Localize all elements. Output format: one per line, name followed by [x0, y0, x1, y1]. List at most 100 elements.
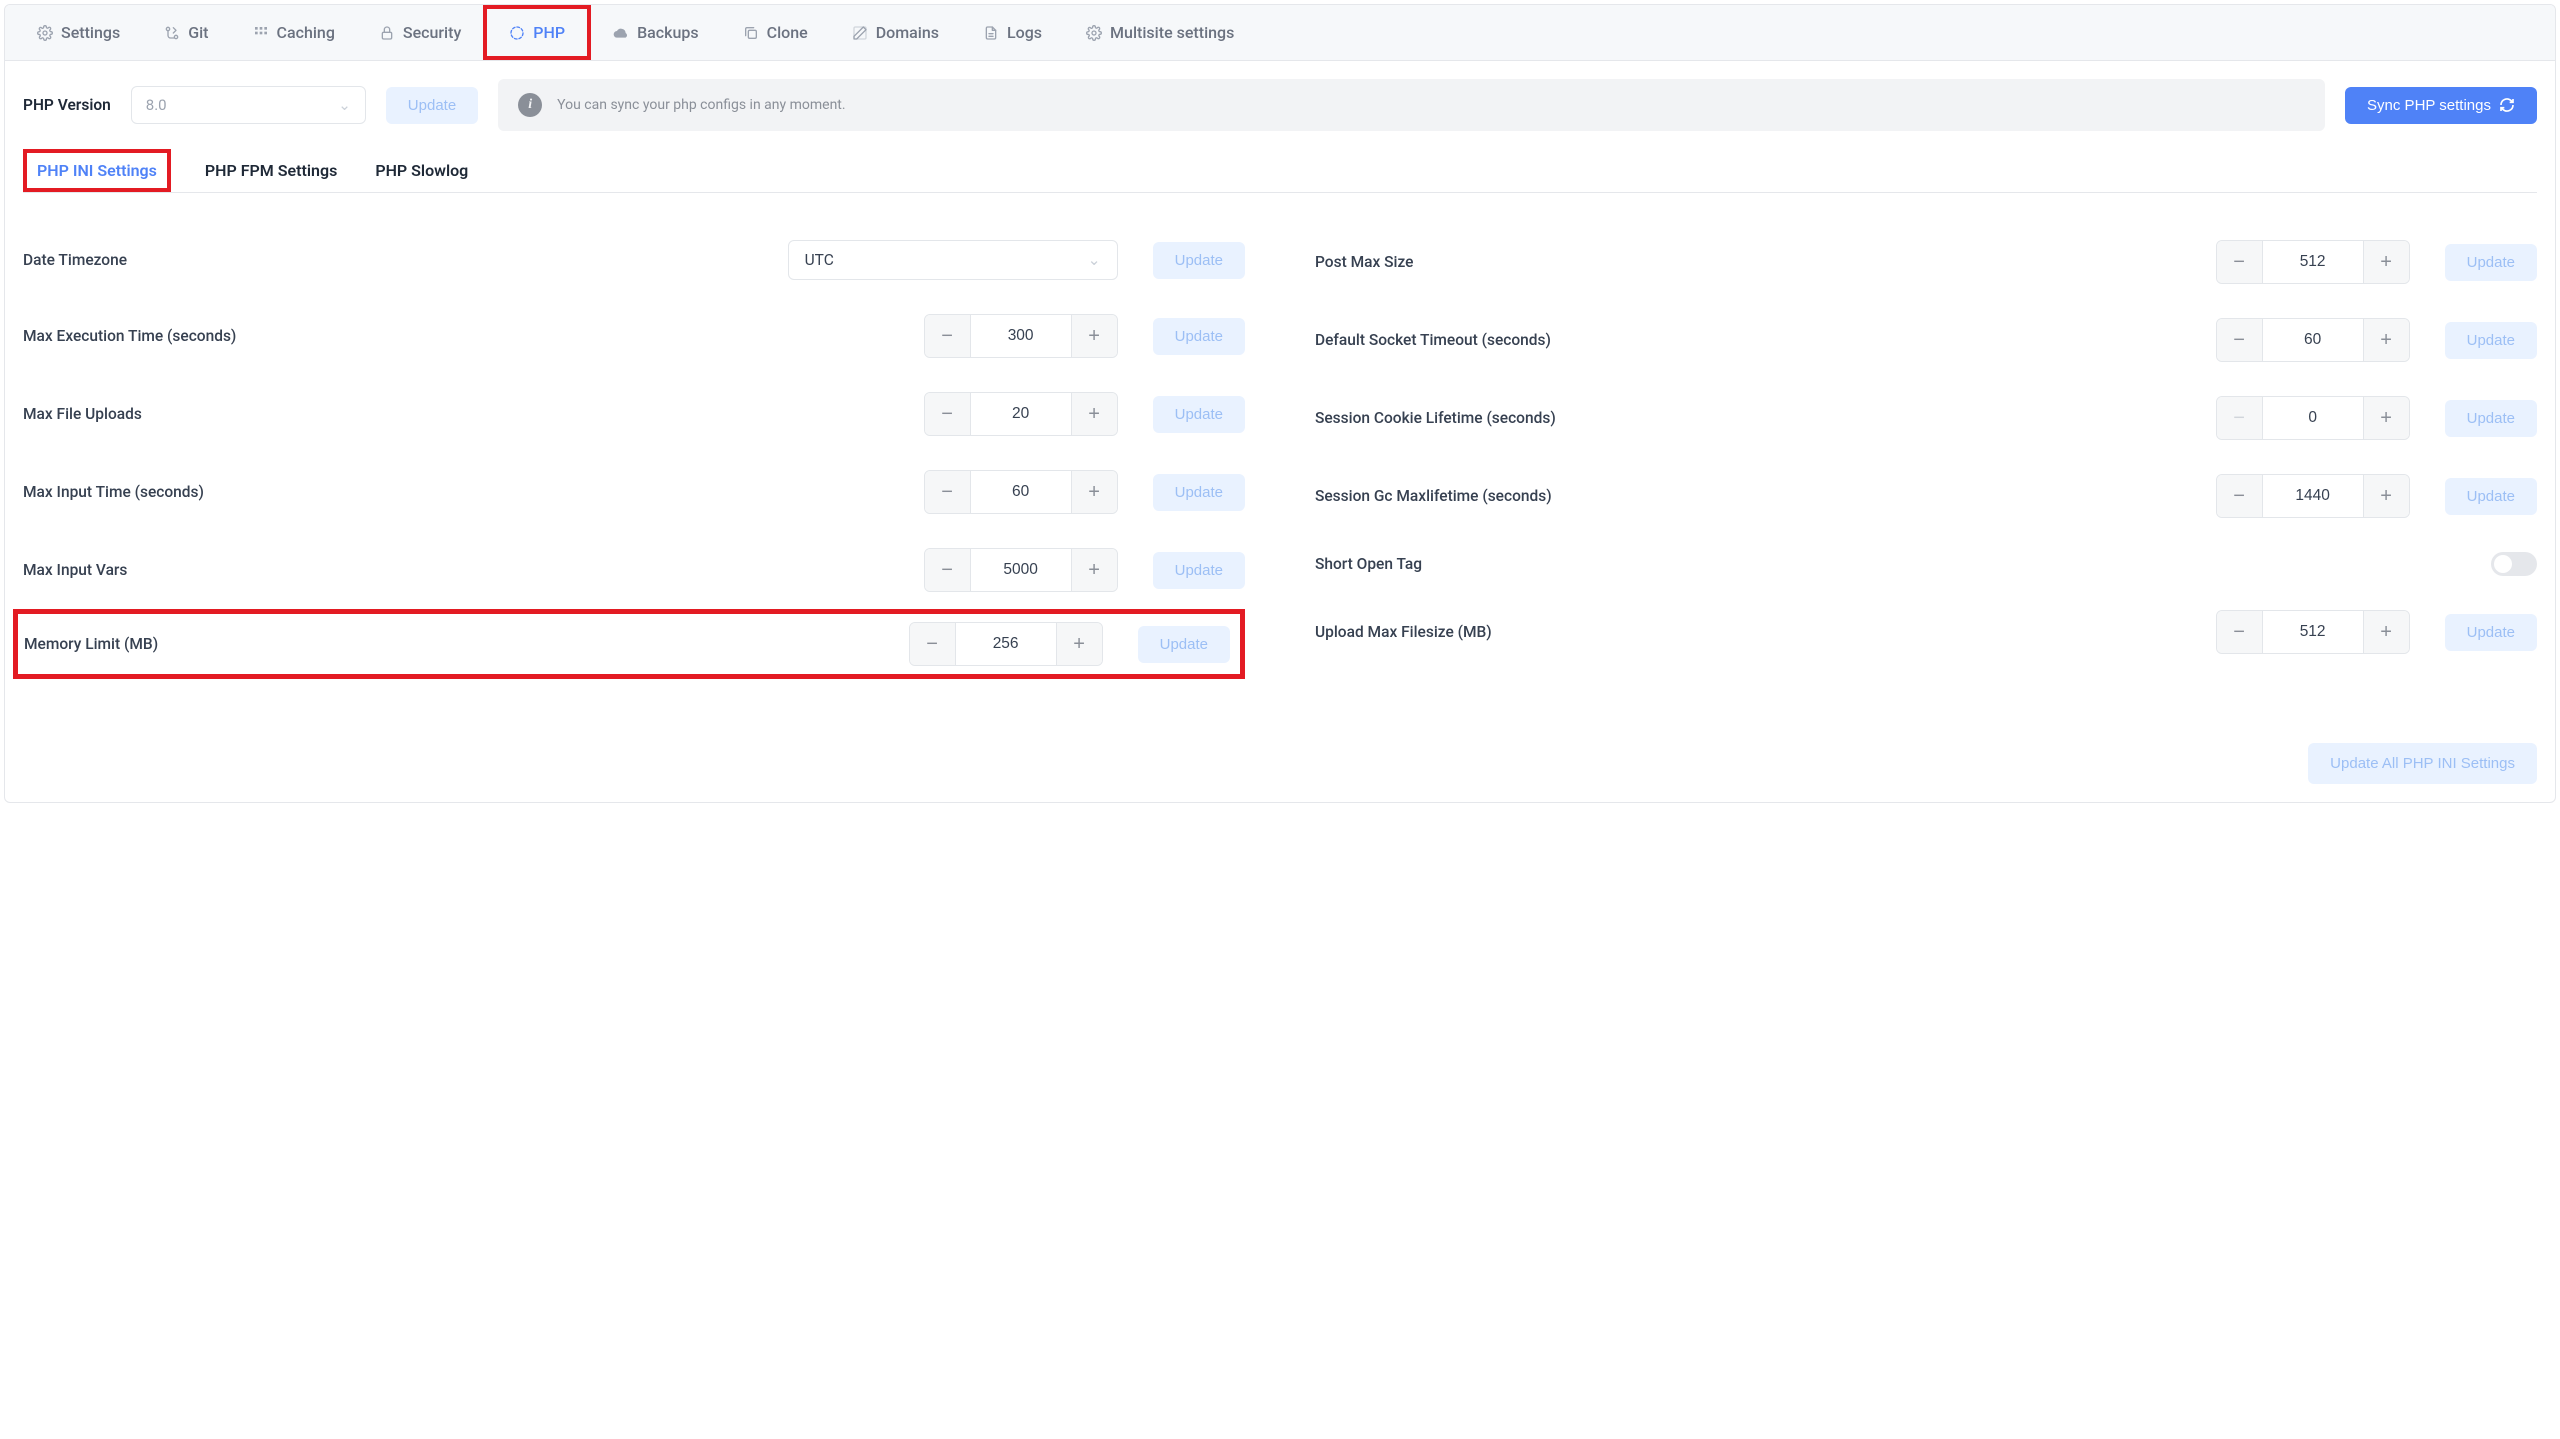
- select[interactable]: UTC⌄: [788, 240, 1118, 280]
- value-input[interactable]: [2263, 611, 2363, 653]
- decrement-button[interactable]: −: [2217, 475, 2263, 517]
- value-input[interactable]: [971, 315, 1071, 357]
- setting-max-input-vars: Max Input Vars − + Update: [23, 531, 1245, 609]
- value-input[interactable]: [971, 549, 1071, 591]
- chevron-down-icon: ⌄: [338, 96, 351, 114]
- value-input[interactable]: [2263, 241, 2363, 283]
- stepper: −+: [2216, 610, 2410, 654]
- value-input[interactable]: [971, 393, 1071, 435]
- stepper: −+: [2216, 396, 2410, 440]
- decrement-button[interactable]: −: [925, 471, 971, 513]
- update-button[interactable]: Update: [1153, 242, 1245, 279]
- setting-post-max-size: Post Max Size−+Update: [1315, 223, 2537, 301]
- value-input[interactable]: [2263, 319, 2363, 361]
- grid-icon: [253, 25, 269, 41]
- update-button[interactable]: Update: [1153, 552, 1245, 589]
- decrement-button[interactable]: −: [2217, 611, 2263, 653]
- tab-multisite-settings[interactable]: Multisite settings: [1064, 5, 1256, 60]
- decrement-button[interactable]: −: [910, 623, 956, 665]
- update-button[interactable]: Update: [2445, 614, 2537, 651]
- tab-php[interactable]: PHP: [483, 5, 591, 60]
- update-button[interactable]: Update: [2445, 478, 2537, 515]
- setting-max-input-time-seconds-: Max Input Time (seconds) − + Update: [23, 453, 1245, 531]
- tab-settings[interactable]: Settings: [15, 5, 142, 60]
- value-input[interactable]: [971, 471, 1071, 513]
- increment-button[interactable]: +: [1071, 471, 1117, 513]
- tab-clone[interactable]: Clone: [721, 5, 830, 60]
- decrement-button[interactable]: −: [2217, 397, 2263, 439]
- tab-backups[interactable]: Backups: [591, 5, 721, 60]
- cloud-icon: [613, 25, 629, 41]
- sync-label: Sync PHP settings: [2367, 97, 2491, 114]
- increment-button[interactable]: +: [1071, 549, 1117, 591]
- increment-button[interactable]: +: [1071, 315, 1117, 357]
- increment-button[interactable]: +: [2363, 241, 2409, 283]
- stepper: −+: [909, 622, 1103, 666]
- setting-controls: − + Update: [1625, 318, 2537, 362]
- value-input[interactable]: [2263, 475, 2363, 517]
- update-button[interactable]: Update: [2445, 322, 2537, 359]
- tab-caching[interactable]: Caching: [231, 5, 357, 60]
- decrement-button[interactable]: −: [925, 315, 971, 357]
- php-version-row: PHP Version 8.0 ⌄ Update i You can sync …: [23, 79, 2537, 131]
- update-all-button[interactable]: Update All PHP INI Settings: [2308, 743, 2537, 784]
- git-icon: [164, 25, 180, 41]
- tab-security[interactable]: Security: [357, 5, 483, 60]
- sync-info-text: You can sync your php configs in any mom…: [557, 97, 845, 113]
- increment-button[interactable]: +: [2363, 319, 2409, 361]
- setting-session-cookie-lifetime-seconds-: Session Cookie Lifetime (seconds)−+Updat…: [1315, 379, 2537, 457]
- setting-label: Max Input Time (seconds): [23, 483, 333, 501]
- sub-tabs: PHP INI Settings PHP FPM Settings PHP Slow…: [23, 149, 2537, 193]
- file-icon: [983, 25, 999, 41]
- setting-label: Max Input Vars: [23, 561, 333, 579]
- tab-logs[interactable]: Logs: [961, 5, 1064, 60]
- value-input[interactable]: [956, 623, 1056, 665]
- increment-button[interactable]: +: [2363, 611, 2409, 653]
- info-icon: i: [518, 93, 542, 117]
- update-button[interactable]: Update: [1153, 474, 1245, 511]
- sync-php-settings-button[interactable]: Sync PHP settings: [2345, 87, 2537, 124]
- subtab-php-ini-settings[interactable]: PHP INI Settings: [23, 149, 171, 192]
- setting-label: Date Timezone: [23, 251, 333, 269]
- gear-icon: [1086, 25, 1102, 41]
- php-version-update-button[interactable]: Update: [386, 87, 478, 124]
- settings-grid: Date TimezoneUTC⌄UpdateMax Execution Tim…: [23, 223, 2537, 679]
- php-version-label: PHP Version: [23, 96, 111, 114]
- subtab-php-slowlog[interactable]: PHP Slowlog: [371, 149, 472, 192]
- setting-upload-max-filesize-mb-: Upload Max Filesize (MB)−+Update: [1315, 593, 2537, 671]
- setting-controls: − + Update: [1625, 240, 2537, 284]
- footer: Update All PHP INI Settings: [5, 703, 2555, 802]
- setting-label: Upload Max Filesize (MB): [1315, 623, 1625, 641]
- decrement-button[interactable]: −: [2217, 241, 2263, 283]
- setting-date-timezone: Date Timezone UTC⌄ Update: [23, 223, 1245, 297]
- setting-label: Session Cookie Lifetime (seconds): [1315, 409, 1625, 427]
- tab-git[interactable]: Git: [142, 5, 230, 60]
- increment-button[interactable]: +: [1071, 393, 1117, 435]
- stepper: −+: [924, 314, 1118, 358]
- settings-panel: SettingsGitCachingSecurityPHPBackupsClon…: [4, 4, 2556, 803]
- value-input[interactable]: [2263, 397, 2363, 439]
- update-button[interactable]: Update: [2445, 400, 2537, 437]
- decrement-button[interactable]: −: [925, 393, 971, 435]
- decrement-button[interactable]: −: [2217, 319, 2263, 361]
- increment-button[interactable]: +: [2363, 397, 2409, 439]
- increment-button[interactable]: +: [2363, 475, 2409, 517]
- update-button[interactable]: Update: [2445, 244, 2537, 281]
- tab-domains[interactable]: Domains: [830, 5, 961, 60]
- refresh-icon: [2499, 97, 2515, 113]
- subtab-php-fpm-settings[interactable]: PHP FPM Settings: [201, 149, 341, 192]
- decrement-button[interactable]: −: [925, 549, 971, 591]
- setting-label: Memory Limit (MB): [24, 635, 334, 653]
- update-button[interactable]: Update: [1138, 626, 1230, 663]
- php-version-select[interactable]: 8.0 ⌄: [131, 86, 366, 124]
- update-button[interactable]: Update: [1153, 396, 1245, 433]
- setting-controls: −+Update: [333, 314, 1245, 358]
- toggle[interactable]: [2491, 552, 2537, 576]
- setting-controls: −+Update: [1625, 396, 2537, 440]
- update-button[interactable]: Update: [1153, 318, 1245, 355]
- settings-right-column: Post Max Size−+UpdateDefault Socket Time…: [1315, 223, 2537, 679]
- setting-controls: − + Update: [333, 470, 1245, 514]
- setting-controls: − + Update: [333, 548, 1245, 592]
- setting-memory-limit-mb-: Memory Limit (MB)−+Update: [13, 609, 1245, 679]
- increment-button[interactable]: +: [1056, 623, 1102, 665]
